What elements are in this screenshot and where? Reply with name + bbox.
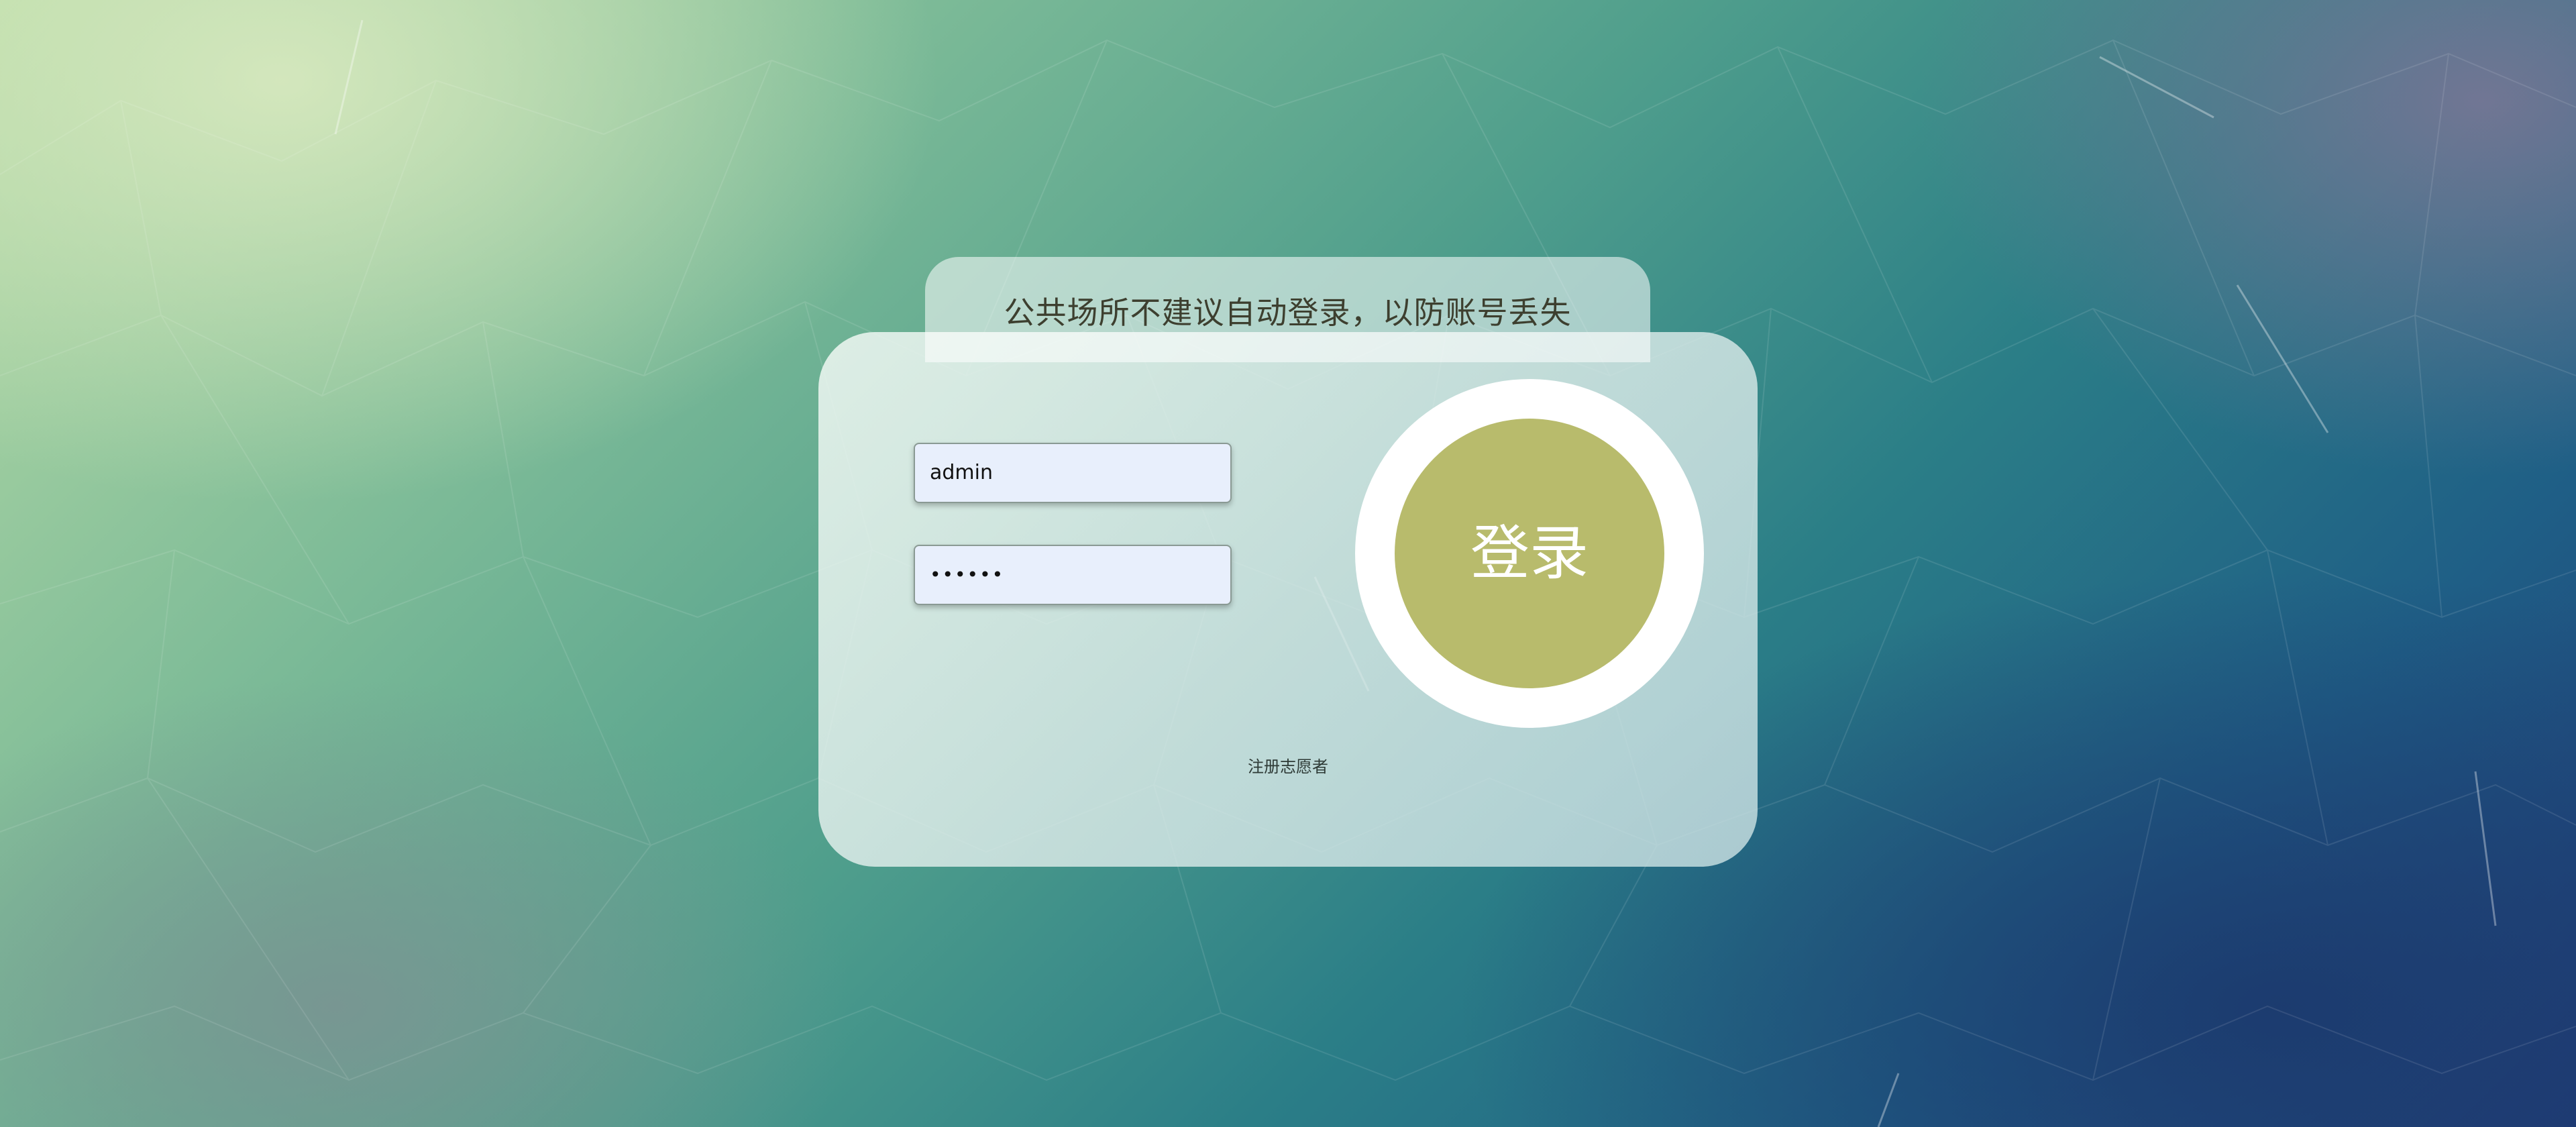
notice-text: 公共场所不建议自动登录，以防账号丢失 <box>1004 294 1572 331</box>
register-volunteer-link[interactable]: 注册志愿者 <box>818 753 1758 777</box>
login-button-ring: 登录 <box>1355 379 1704 728</box>
login-button[interactable]: 登录 <box>1395 419 1664 688</box>
login-card: admin •••••• 登录 注册志愿者 <box>818 332 1758 867</box>
username-input[interactable]: admin <box>914 443 1232 503</box>
notice-banner: 公共场所不建议自动登录，以防账号丢失 <box>925 257 1650 362</box>
password-input[interactable]: •••••• <box>914 545 1232 605</box>
